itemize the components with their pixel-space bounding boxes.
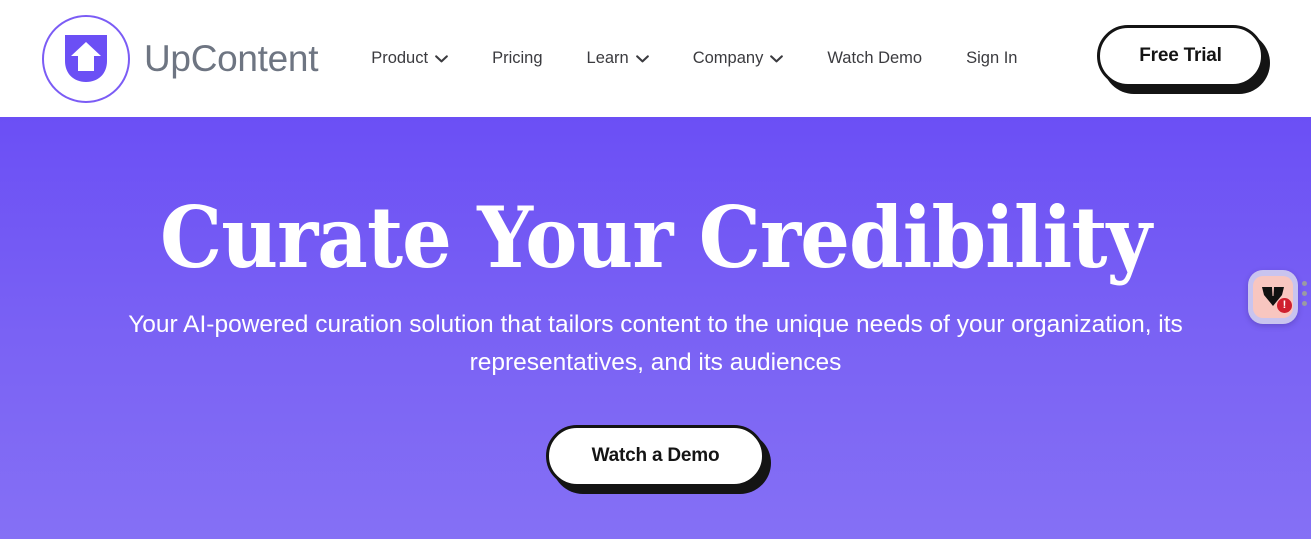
nav-item-product-label: Product [371, 49, 429, 68]
chevron-down-icon [770, 54, 784, 62]
nav-item-pricing[interactable]: Pricing [492, 44, 542, 73]
nav-item-sign-in-label: Sign In [966, 49, 1018, 68]
nav-item-company[interactable]: Company [693, 44, 784, 73]
hero-cta-wrapper: Watch a Demo [12, 424, 1299, 487]
brand-logo-link[interactable]: UpContent [42, 14, 319, 103]
three-dots-vertical-icon[interactable] [1300, 281, 1309, 306]
floating-chat-widget[interactable]: ! [1248, 270, 1298, 324]
nav-item-watch-demo-label: Watch Demo [827, 49, 923, 68]
site-header: UpContent Product Pricing Learn Company … [0, 0, 1311, 117]
free-trial-button[interactable]: Free Trial [1097, 25, 1264, 87]
hero-subtitle: Your AI-powered curation solution that t… [128, 310, 1183, 376]
watch-a-demo-button[interactable]: Watch a Demo [546, 424, 765, 487]
drag-dot [1302, 281, 1307, 286]
floating-widget-inner: ! [1253, 276, 1293, 318]
hero-section: Curate Your Credibility Your AI-powered … [0, 117, 1311, 539]
drag-dot [1302, 301, 1307, 306]
nav-item-learn-label: Learn [586, 49, 629, 68]
nav-item-company-label: Company [692, 49, 764, 68]
nav-item-pricing-label: Pricing [492, 49, 543, 68]
chevron-down-icon [435, 54, 448, 62]
drag-dot [1302, 291, 1307, 296]
main-navigation: Product Pricing Learn Company Watch Demo… [371, 44, 1017, 73]
chevron-down-icon [635, 54, 649, 62]
nav-item-sign-in[interactable]: Sign In [966, 44, 1017, 73]
hero-title: Curate Your Credibility [159, 188, 1152, 287]
nav-item-learn[interactable]: Learn [587, 44, 649, 73]
hero-content: Curate Your Credibility Your AI-powered … [12, 117, 1299, 487]
brand-name: UpContent [144, 38, 319, 79]
upcontent-shield-arrow-logo-icon [42, 14, 130, 103]
free-trial-button-wrapper: Free Trial [1097, 25, 1264, 87]
widget-alert-badge: ! [1277, 298, 1292, 313]
nav-item-product[interactable]: Product [371, 44, 448, 73]
nav-item-watch-demo[interactable]: Watch Demo [827, 44, 922, 73]
